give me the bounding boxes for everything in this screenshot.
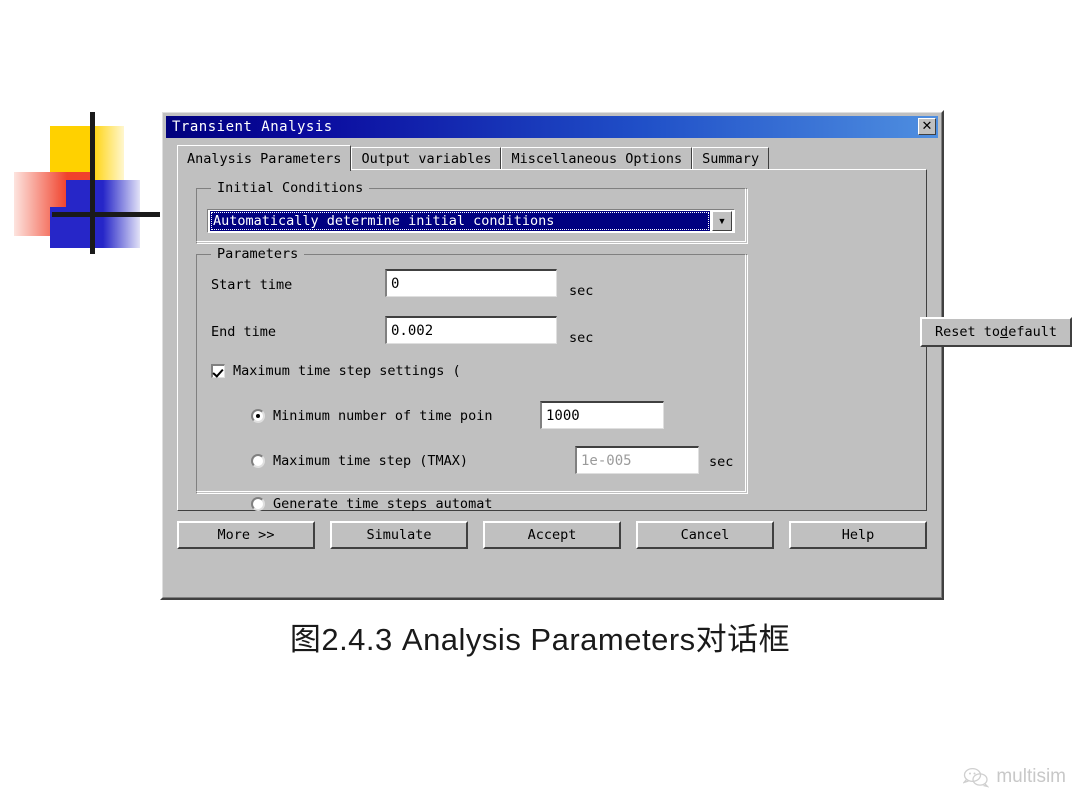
- chevron-down-icon[interactable]: ▼: [712, 211, 732, 231]
- transient-analysis-dialog: Transient Analysis ✕ Analysis Parameters…: [160, 110, 1072, 600]
- tab-miscellaneous-options[interactable]: Miscellaneous Options: [501, 147, 693, 170]
- dialog-titlebar[interactable]: Transient Analysis ✕: [166, 116, 938, 138]
- figure-caption: 图2.4.3 Analysis Parameters对话框: [289, 622, 791, 657]
- tab-miscellaneous-options-label: Miscellaneous Options: [511, 151, 683, 167]
- maximum-time-step-tmax-radio-row[interactable]: Maximum time step (TMAX): [251, 453, 468, 469]
- minimum-number-time-points-label: Minimum number of time poin: [273, 408, 493, 424]
- generate-time-steps-label: Generate time steps automat: [273, 496, 493, 512]
- initial-conditions-group-title: Initial Conditions: [211, 180, 370, 196]
- reset-to-default-suffix: efault: [1008, 324, 1057, 340]
- reset-to-default-accelerator: d: [1000, 324, 1009, 340]
- tab-analysis-parameters[interactable]: Analysis Parameters: [177, 145, 352, 171]
- generate-time-steps-radio-row[interactable]: Generate time steps automat: [251, 496, 492, 512]
- dialog-title: Transient Analysis: [172, 119, 333, 135]
- start-time-label: Start time: [211, 277, 293, 293]
- max-time-step-settings-label: Maximum time step settings (: [233, 363, 461, 379]
- tab-analysis-parameters-label: Analysis Parameters: [187, 150, 342, 167]
- parameters-group-title: Parameters: [211, 246, 305, 262]
- crosshair-vertical-line: [90, 112, 95, 254]
- wechat-speech-bubble-icon: [963, 767, 990, 788]
- initial-conditions-dropdown[interactable]: Automatically determine initial conditio…: [207, 209, 735, 233]
- maximum-time-step-tmax-label: Maximum time step (TMAX): [273, 453, 469, 469]
- maximum-time-step-tmax-radio[interactable]: [251, 454, 265, 468]
- end-time-input[interactable]: 0.002: [385, 316, 557, 344]
- start-time-input[interactable]: 0: [385, 269, 557, 297]
- end-time-unit: sec: [569, 330, 594, 346]
- tmax-unit: sec: [709, 454, 734, 470]
- end-time-label: End time: [211, 324, 277, 340]
- tab-output-variables[interactable]: Output variables: [351, 147, 502, 170]
- max-time-step-settings-checkbox[interactable]: [211, 364, 225, 378]
- multisim-watermark: multisim: [963, 766, 1066, 788]
- cancel-button[interactable]: Cancel: [636, 521, 774, 549]
- multisim-watermark-label: multisim: [996, 766, 1066, 787]
- minimum-number-time-points-input[interactable]: 1000: [540, 401, 664, 429]
- dialog-inner-frame: Transient Analysis ✕ Analysis Parameters…: [162, 112, 1072, 598]
- more-button[interactable]: More >>: [177, 521, 315, 549]
- simulate-button[interactable]: Simulate: [330, 521, 468, 549]
- tab-strip: Analysis Parameters Output variables Mis…: [177, 145, 927, 171]
- tab-summary[interactable]: Summary: [692, 147, 770, 170]
- start-time-unit: sec: [569, 283, 594, 299]
- minimum-number-time-points-radio[interactable]: [251, 409, 265, 423]
- parameters-group: Parameters Start time 0 sec End time 0.0…: [196, 246, 748, 512]
- tab-output-variables-label: Output variables: [361, 151, 492, 167]
- minimum-number-time-points-radio-row[interactable]: Minimum number of time poin: [251, 408, 492, 424]
- generate-time-steps-radio[interactable]: [251, 497, 265, 511]
- colored-squares-crosshair-logo: [14, 112, 174, 257]
- page-root: Transient Analysis ✕ Analysis Parameters…: [0, 0, 1080, 810]
- tab-panel-analysis-parameters: Initial Conditions Automatically determi…: [177, 169, 927, 512]
- close-icon[interactable]: ✕: [918, 118, 936, 135]
- initial-conditions-selected-value: Automatically determine initial conditio…: [210, 211, 710, 231]
- dialog-button-bar: More >> Simulate Accept Cancel Help: [177, 521, 927, 551]
- reset-to-default-prefix: Reset to: [935, 324, 1001, 340]
- reset-to-default-button[interactable]: Reset to d efault: [920, 317, 1072, 347]
- crosshair-horizontal-line: [52, 212, 174, 217]
- max-time-step-settings-checkbox-row[interactable]: Maximum time step settings (: [211, 363, 461, 379]
- maximum-time-step-tmax-input[interactable]: 1e-005: [575, 446, 699, 474]
- tab-summary-label: Summary: [702, 151, 760, 167]
- initial-conditions-group: Initial Conditions Automatically determi…: [196, 180, 748, 244]
- help-button[interactable]: Help: [789, 521, 927, 549]
- accept-button[interactable]: Accept: [483, 521, 621, 549]
